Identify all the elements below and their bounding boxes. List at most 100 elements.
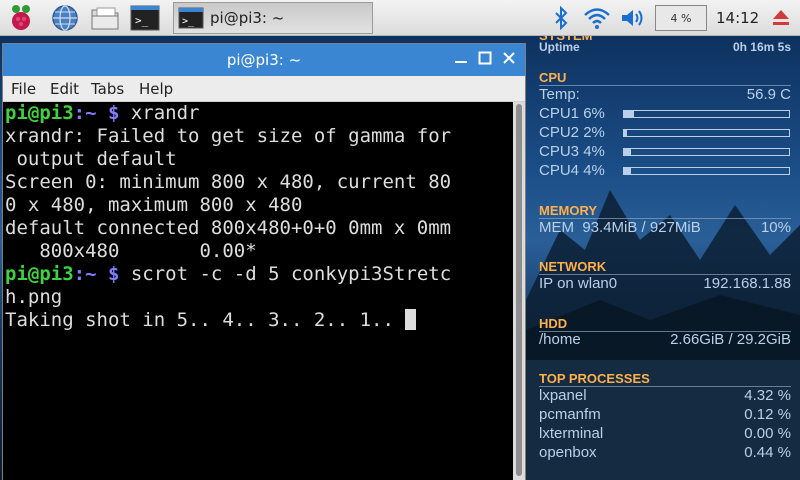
- minimize-button[interactable]: [450, 47, 472, 69]
- process-row: openbox 0.44 %: [539, 444, 791, 461]
- mem-used: 93.4MiB / 927MiB: [582, 219, 701, 236]
- uptime-value: 0h 16m 5s: [732, 40, 791, 54]
- section-hdd: HDD: [539, 316, 568, 331]
- terminal-line: 0 x 480, maximum 800 x 480: [5, 194, 303, 216]
- uptime-label: Uptime: [539, 40, 580, 54]
- cpu-bar-fill: [624, 149, 631, 155]
- terminal-line: h.png: [5, 286, 63, 308]
- uptime-row: Uptime 0h 16m 5s: [539, 40, 791, 54]
- cpu-label: CPU3: [539, 143, 580, 160]
- process-pct: 4.32 %: [744, 387, 791, 404]
- command-text: scrot -c -d 5 conkypi3Stretc: [130, 263, 452, 285]
- terminal-line: Taking shot in 5.. 4.. 3.. 2.. 1..: [5, 309, 511, 332]
- cpu-bar: [623, 167, 790, 175]
- terminal-window: pi@pi3: ~ File Edit Tabs Help pi@pi3:~ $…: [2, 43, 526, 480]
- cpu-bar-fill: [624, 168, 631, 174]
- menubar: File Edit Tabs Help: [3, 76, 525, 102]
- svg-text:>_: >_: [135, 14, 149, 27]
- cpu-pct: 4%: [583, 143, 605, 160]
- terminal-scrollbar[interactable]: [513, 102, 525, 480]
- window-title: pi@pi3: ~: [226, 51, 302, 69]
- cpu-bar-fill: [624, 130, 628, 136]
- section-network: NETWORK: [539, 259, 607, 274]
- scrollbar-thumb[interactable]: [516, 104, 522, 476]
- process-pct: 0.00 %: [744, 425, 791, 442]
- mem-label: MEM: [539, 219, 574, 236]
- bluetooth-icon[interactable]: [546, 3, 576, 33]
- terminal-line: pi@pi3:~ $ scrot -c -d 5 conkypi3Stretc: [5, 263, 511, 286]
- terminal-line: xrandr: Failed to get size of gamma for: [5, 125, 452, 147]
- section-cpu: CPU: [539, 70, 567, 85]
- terminal-launcher-icon[interactable]: >_: [130, 3, 160, 33]
- ip-value: 192.168.1.88: [703, 275, 791, 292]
- minimize-icon: [455, 61, 467, 63]
- process-name: openbox: [539, 444, 597, 461]
- ip-label: IP on wlan0: [539, 275, 618, 292]
- process-name: lxpanel: [539, 387, 587, 404]
- cpu-usage-monitor[interactable]: 4 %: [655, 5, 707, 31]
- top-panel: >_ >_ pi@pi3: ~ 4 % 14:12: [0, 0, 800, 36]
- terminal-line: Screen 0: minimum 800 x 480, current 80: [5, 171, 452, 193]
- mem-row: MEM 93.4MiB / 927MiB 10%: [539, 219, 791, 236]
- cpu-label: CPU2: [539, 124, 580, 141]
- section-top-processes: TOP PROCESSES: [539, 371, 650, 386]
- temp-row: Temp: 56.9 C: [539, 86, 791, 103]
- hdd-used: 2.66GiB / 29.2GiB: [670, 331, 791, 348]
- prompt-user-host: pi@pi3: [5, 263, 74, 285]
- eject-icon[interactable]: [766, 3, 796, 33]
- cpu-bar: [623, 129, 790, 137]
- cpu-label: CPU1: [539, 105, 580, 122]
- terminal-line: default connected 800x480+0+0 0mm x 0mm: [5, 217, 452, 239]
- terminal-line: pi@pi3:~ $ xrandr: [5, 102, 511, 125]
- menu-file[interactable]: File: [11, 80, 36, 98]
- process-pct: 0.44 %: [744, 444, 791, 461]
- ip-row: IP on wlan0 192.168.1.88: [539, 275, 791, 292]
- temp-value: 56.9 C: [746, 86, 791, 103]
- cpu-pct: 2%: [583, 124, 605, 141]
- process-row: lxpanel 4.32 %: [539, 387, 791, 404]
- text-cursor: [405, 309, 417, 330]
- process-name: pcmanfm: [539, 406, 601, 423]
- taskbar-terminal-button[interactable]: >_ pi@pi3: ~: [173, 2, 373, 34]
- process-name: lxterminal: [539, 425, 604, 442]
- terminal-line: output default: [5, 148, 177, 170]
- terminal-icon: >_: [178, 7, 204, 29]
- cpu-bar-fill: [624, 111, 634, 117]
- cpu-label: CPU4: [539, 162, 580, 179]
- menu-help[interactable]: Help: [139, 80, 173, 98]
- cpu-bar: [623, 110, 790, 118]
- terminal-line: 800x480 0.00*: [5, 240, 257, 262]
- prompt-path: :~ $: [73, 263, 131, 285]
- terminal-output[interactable]: pi@pi3:~ $ xrandr xrandr: Failed to get …: [3, 102, 513, 480]
- web-browser-icon[interactable]: [50, 3, 80, 33]
- taskbar-terminal-label: pi@pi3: ~: [210, 9, 285, 27]
- section-memory: MEMORY: [539, 203, 598, 218]
- process-pct: 0.12 %: [744, 406, 791, 423]
- process-row: pcmanfm 0.12 %: [539, 406, 791, 423]
- window-titlebar[interactable]: pi@pi3: ~: [3, 44, 525, 76]
- raspberry-menu-icon[interactable]: [6, 3, 36, 33]
- process-row: lxterminal 0.00 %: [539, 425, 791, 442]
- svg-text:>_: >_: [182, 16, 195, 27]
- temp-label: Temp:: [539, 86, 580, 103]
- wifi-icon[interactable]: [582, 3, 612, 33]
- menu-edit[interactable]: Edit: [50, 80, 79, 98]
- prompt-path: :~ $: [73, 102, 131, 124]
- menu-tabs[interactable]: Tabs: [91, 80, 124, 98]
- hdd-row: /home 2.66GiB / 29.2GiB: [539, 331, 791, 348]
- output-text: Taking shot in 5.. 4.. 3.. 2.. 1..: [5, 309, 406, 331]
- command-text: xrandr: [130, 102, 200, 124]
- hdd-mount: /home: [539, 331, 581, 348]
- panel-clock[interactable]: 14:12: [716, 9, 759, 27]
- mem-pct: 10%: [760, 219, 791, 236]
- cpu-pct: 6%: [583, 105, 605, 122]
- file-manager-icon[interactable]: [90, 3, 120, 33]
- cpu-bar: [623, 148, 790, 156]
- cpu-pct: 4%: [583, 162, 605, 179]
- prompt-user-host: pi@pi3: [5, 102, 74, 124]
- close-button[interactable]: [498, 47, 520, 69]
- maximize-icon: [478, 51, 492, 65]
- close-icon: [503, 52, 515, 64]
- volume-icon[interactable]: [618, 3, 648, 33]
- maximize-button[interactable]: [474, 47, 496, 69]
